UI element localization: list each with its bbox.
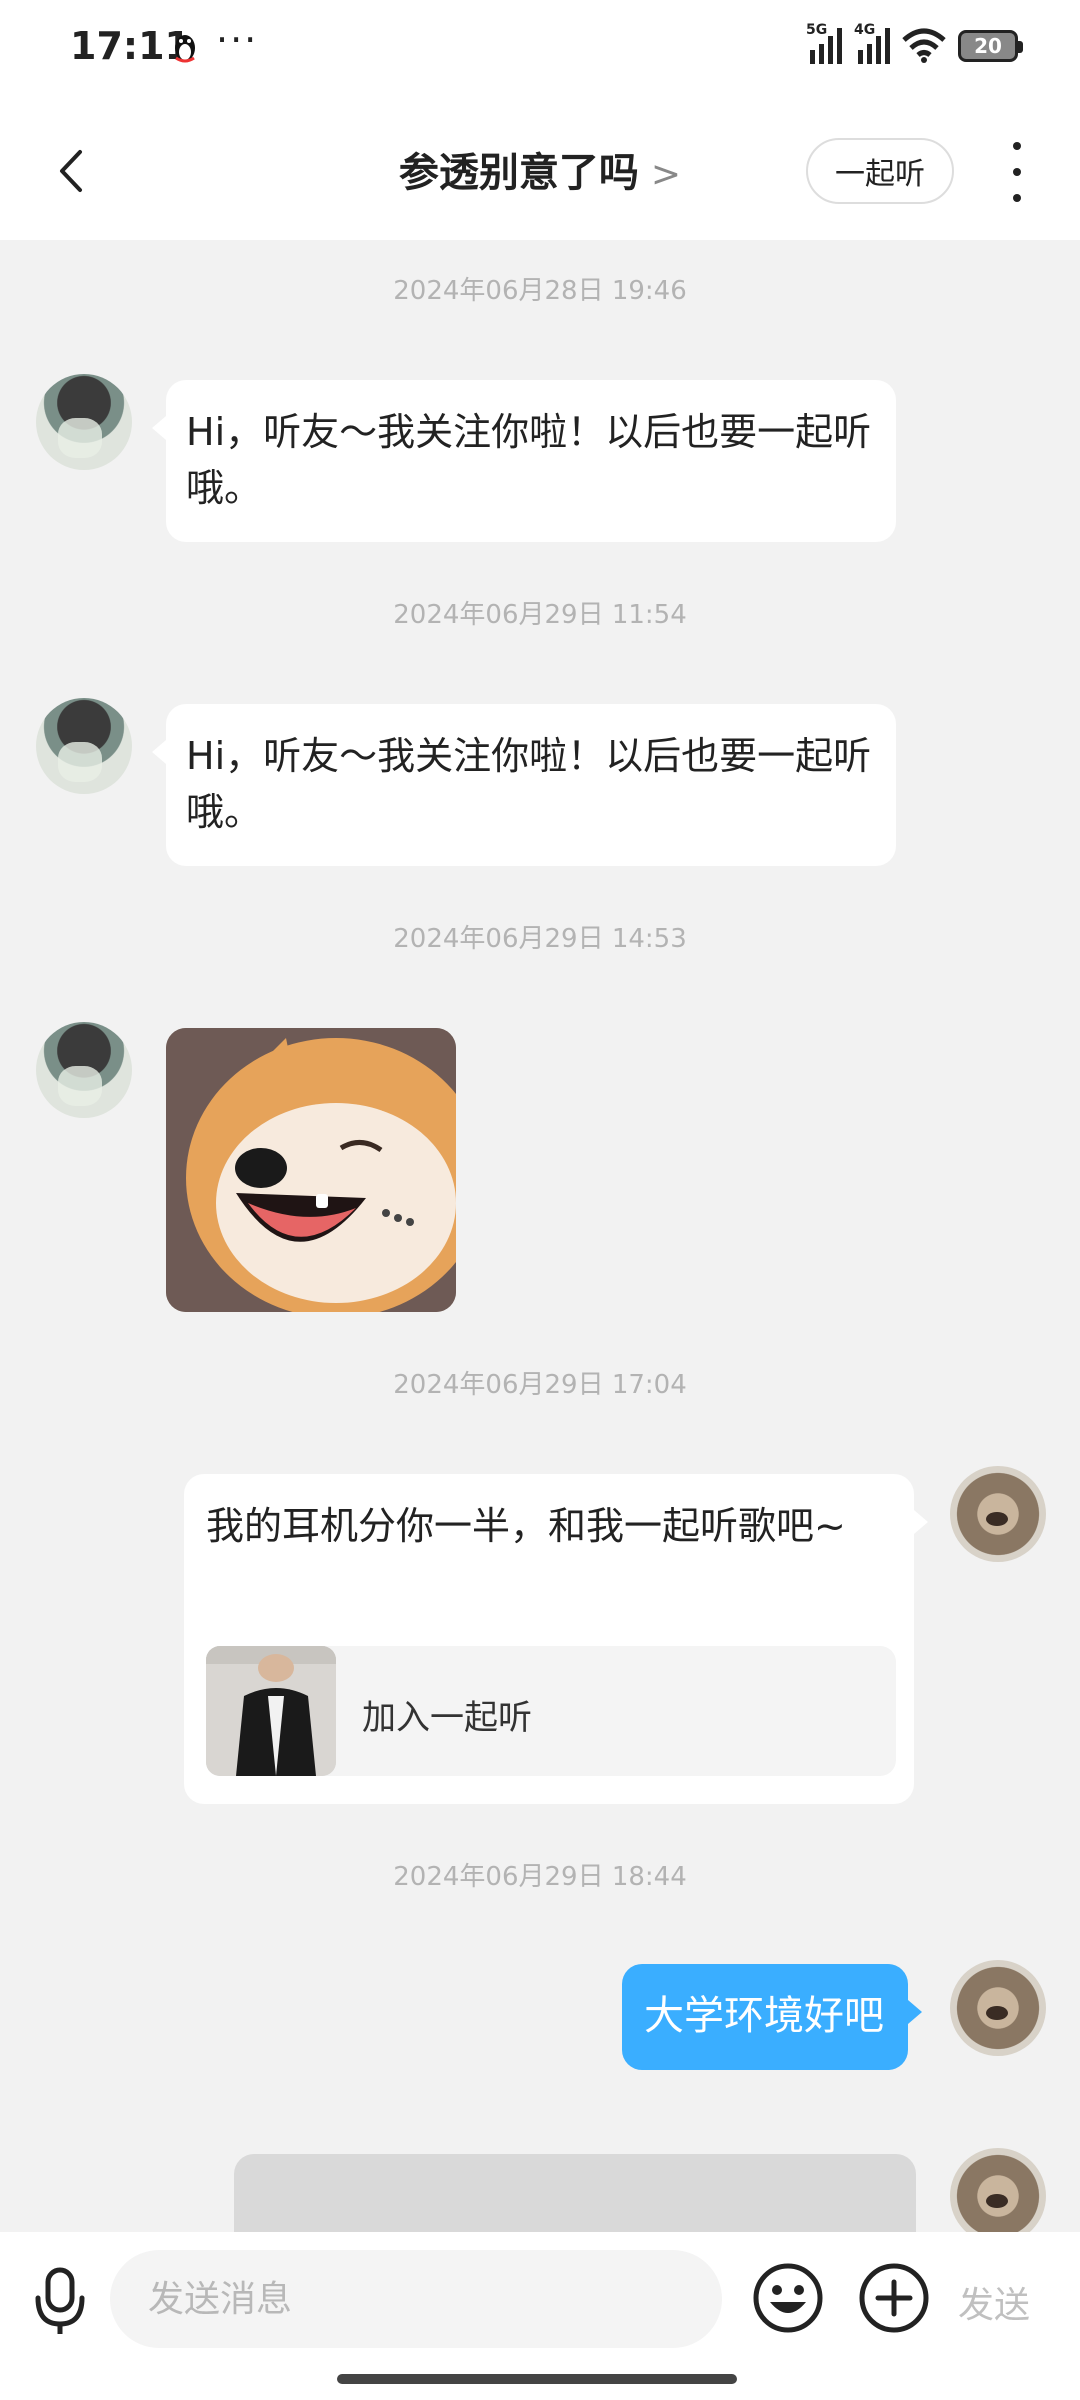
chat-header: 参透别意了吗 > 一起听: [0, 100, 1080, 240]
message-text: 我的耳机分你一半，和我一起听歌吧~: [206, 1504, 846, 1548]
join-listen-card[interactable]: 加入一起听: [206, 1646, 896, 1776]
message-bubble[interactable]: Hi，听友～我关注你啦！以后也要一起听哦。: [152, 704, 896, 866]
message-input-field[interactable]: [110, 2250, 722, 2348]
avatar[interactable]: [950, 1466, 1046, 1562]
avatar[interactable]: [950, 2148, 1046, 2244]
message-bubble[interactable]: 大学环境好吧: [622, 1964, 922, 2070]
timestamp: 2024年06月29日 17:04: [393, 1370, 687, 1400]
qq-penguin-icon: [175, 35, 195, 63]
timestamp: 2024年06月29日 14:53: [393, 924, 687, 954]
wifi-icon: [902, 28, 946, 63]
avatar[interactable]: [36, 374, 132, 470]
timestamp: 2024年06月29日 18:44: [393, 1862, 687, 1892]
avatar[interactable]: [36, 698, 132, 794]
chevron-right-icon: >: [650, 154, 682, 195]
timestamp: 2024年06月29日 11:54: [393, 600, 687, 630]
status-bar: 17:11 ··· 5G 4G 20: [0, 0, 1080, 100]
home-indicator[interactable]: [337, 2374, 737, 2384]
status-more-icon: ···: [216, 18, 259, 62]
emoji-icon[interactable]: [752, 2262, 824, 2334]
timestamp: 2024年06月28日 19:46: [393, 276, 687, 306]
add-plus-icon[interactable]: [858, 2262, 930, 2334]
microphone-icon[interactable]: [30, 2266, 90, 2336]
listen-together-button[interactable]: 一起听: [806, 138, 954, 204]
signal-4g-icon: 4G: [854, 22, 890, 64]
battery-icon: 20: [958, 30, 1023, 62]
shiba-dog-sticker[interactable]: [166, 1028, 456, 1312]
avatar[interactable]: [950, 1960, 1046, 2056]
send-button[interactable]: 发送: [958, 2276, 1030, 2328]
join-listen-label: 加入一起听: [362, 1698, 532, 1738]
listen-cover-image: [206, 1646, 336, 1776]
avatar[interactable]: [36, 1022, 132, 1118]
signal-5g-icon: 5G: [806, 22, 842, 64]
message-input[interactable]: [110, 2250, 722, 2348]
more-options-icon[interactable]: [1000, 142, 1034, 202]
message-bubble[interactable]: Hi，听友～我关注你啦！以后也要一起听哦。: [152, 380, 896, 542]
